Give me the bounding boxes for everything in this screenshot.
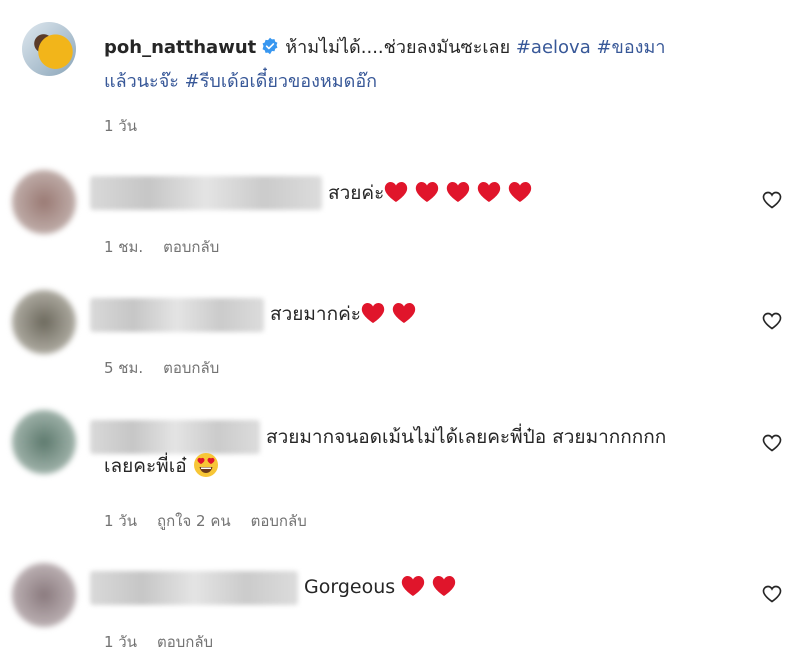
red-heart-emoji <box>361 303 385 323</box>
red-heart-emoji <box>401 576 425 596</box>
reply-button[interactable]: ตอบกลับ <box>163 238 219 256</box>
comment-hearts <box>384 182 539 204</box>
red-heart-emoji <box>392 303 416 323</box>
red-heart-emoji <box>509 182 532 202</box>
commenter-username[interactable] <box>90 298 264 332</box>
red-heart-emoji <box>478 182 501 202</box>
hashtag[interactable]: แล้วนะจ๊ะ <box>104 71 179 92</box>
red-heart-emoji <box>416 182 439 202</box>
comment-time: 5 ชม. <box>104 359 144 377</box>
red-heart-emoji <box>432 576 456 596</box>
comment-3-line-2: เลยคะพี่เอ๋ <box>104 450 219 482</box>
heart-outline-icon[interactable] <box>762 433 782 453</box>
commenter-username[interactable] <box>90 571 298 605</box>
comment-meta: 5 ชม. ตอบกลับ <box>104 356 239 380</box>
reply-button[interactable]: ตอบกลับ <box>163 359 219 377</box>
reply-button[interactable]: ตอบกลับ <box>251 512 307 530</box>
commenter-avatar[interactable] <box>12 290 76 354</box>
comment-hearts <box>401 576 463 598</box>
heart-outline-icon[interactable] <box>762 190 782 210</box>
heart-eyes-emoji <box>193 453 218 477</box>
comment-time: 1 วัน <box>104 633 137 651</box>
red-heart-emoji <box>447 182 470 202</box>
commenter-avatar[interactable] <box>12 410 76 474</box>
poster-avatar[interactable] <box>22 22 76 76</box>
commenter-username[interactable] <box>90 176 322 210</box>
comment-text: Gorgeous <box>304 576 396 598</box>
reply-button[interactable]: ตอบกลับ <box>157 633 213 651</box>
hashtag[interactable]: #รีบเด้อเดี๋ยวของหมดอ๊ก <box>185 71 377 92</box>
red-heart-emoji <box>385 182 408 202</box>
comment-hearts <box>361 303 423 325</box>
comment-text: สวยค่ะ <box>328 182 385 204</box>
comment-4: Gorgeous <box>304 571 463 603</box>
comment-meta: 1 ชม. ตอบกลับ <box>104 235 239 259</box>
heart-outline-icon[interactable] <box>762 584 782 604</box>
commenter-username[interactable] <box>90 420 260 454</box>
post-username[interactable]: poh_natthawut <box>104 37 256 58</box>
hashtag[interactable]: #ของมา <box>596 37 665 58</box>
comment-time: 1 วัน <box>104 512 137 530</box>
post-text: ห้ามไม่ได้....ช่วยลงมันซะเลย <box>285 37 511 58</box>
post-time: 1 วัน <box>104 117 137 135</box>
comment-meta: 1 วัน ถูกใจ 2 คน ตอบกลับ <box>104 509 327 533</box>
post-caption: poh_natthawut ห้ามไม่ได้....ช่วยลงมันซะเล… <box>104 31 784 99</box>
comment-3-line-1: สวยมากจนอดเม้นไม่ได้เลยคะพี่ป๋อ สวยมากกก… <box>266 426 667 448</box>
comment-text: สวยมากค่ะ <box>270 303 362 325</box>
verified-badge-icon <box>262 37 278 55</box>
commenter-avatar[interactable] <box>12 563 76 627</box>
comment-time: 1 ชม. <box>104 238 144 256</box>
comment-2: สวยมากค่ะ <box>270 298 423 330</box>
comment-text: เลยคะพี่เอ๋ <box>104 455 187 477</box>
heart-outline-icon[interactable] <box>762 311 782 331</box>
comment-1: สวยค่ะ <box>328 177 539 209</box>
comment-meta: 1 วัน ตอบกลับ <box>104 630 233 654</box>
hashtag[interactable]: #aelova <box>516 37 591 58</box>
like-count[interactable]: ถูกใจ 2 คน <box>157 512 231 530</box>
commenter-avatar[interactable] <box>12 170 76 234</box>
